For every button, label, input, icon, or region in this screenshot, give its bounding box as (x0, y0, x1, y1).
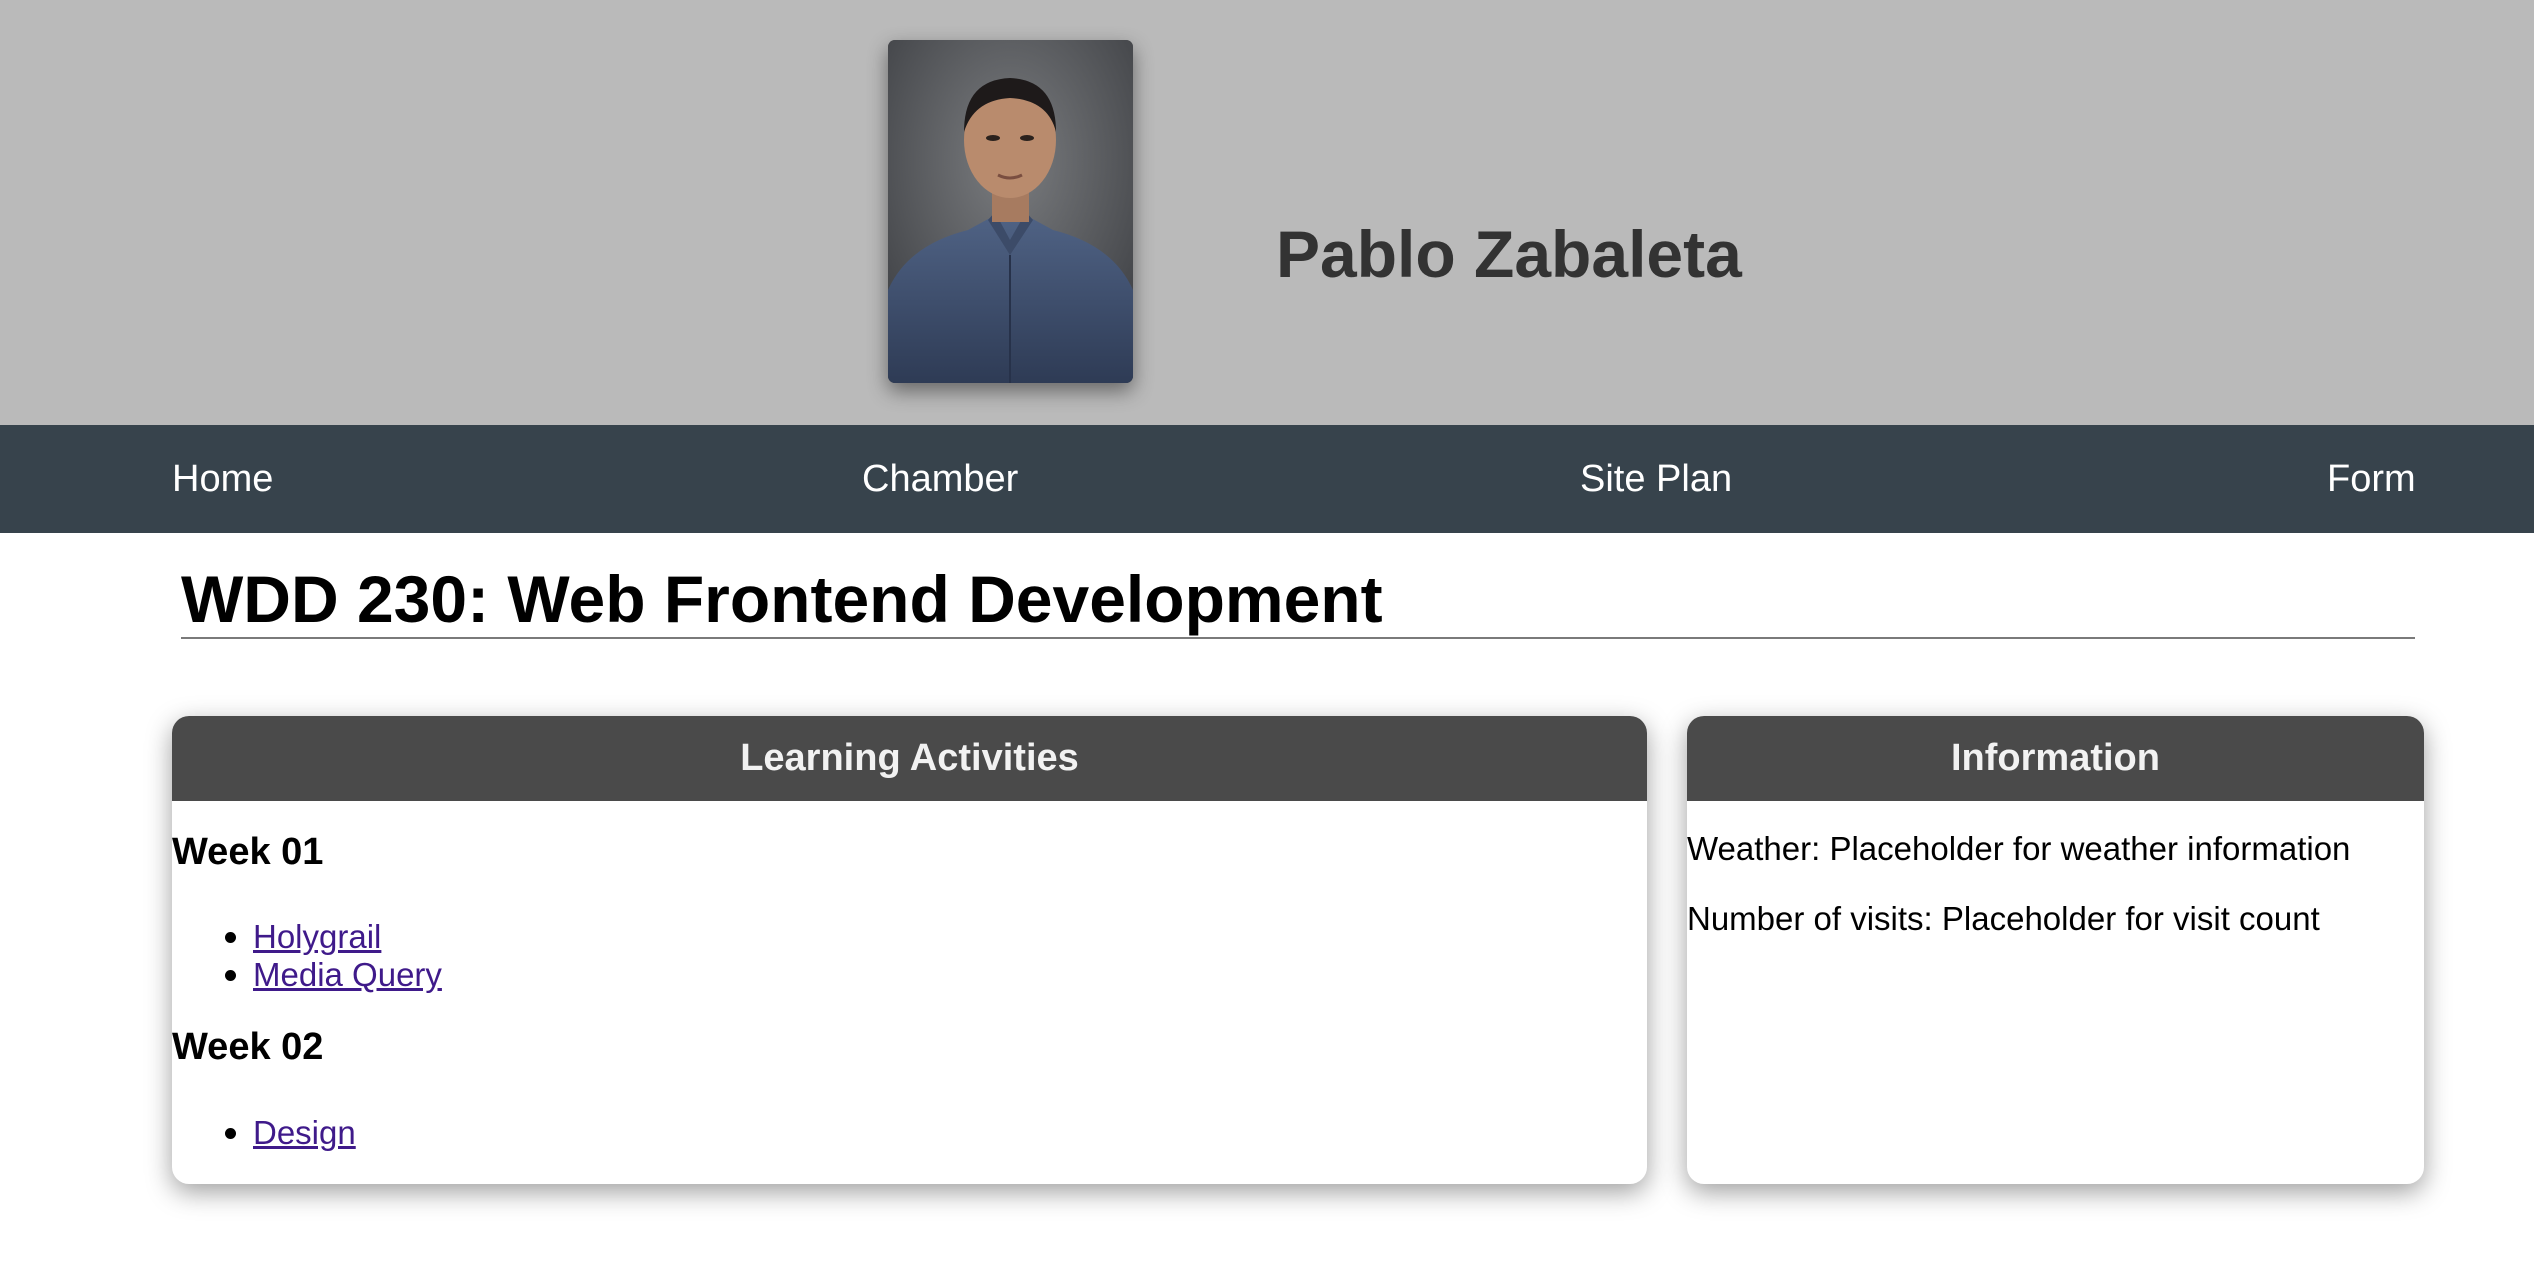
main-navigation: Home Chamber Site Plan Form (0, 425, 2534, 533)
week-01-heading: Week 01 (172, 831, 324, 873)
nav-home-link[interactable]: Home (172, 425, 273, 533)
nav-site-plan-link[interactable]: Site Plan (1580, 425, 1732, 533)
learning-activities-heading: Learning Activities (172, 716, 1647, 801)
site-header: Pablo Zabaleta (0, 0, 2534, 425)
list-item: Design (172, 1114, 356, 1152)
week-02-link-list: Design (172, 1114, 356, 1152)
nav-form-link[interactable]: Form (2327, 425, 2416, 533)
information-card: Information Weather: Placeholder for wea… (1687, 716, 2424, 1184)
portrait-image (888, 40, 1133, 383)
nav-chamber-link[interactable]: Chamber (862, 425, 1018, 533)
week-02-heading: Week 02 (172, 1026, 324, 1068)
page-title: WDD 230: Web Frontend Development (181, 562, 1383, 636)
visits-text: Number of visits: Placeholder for visit … (1687, 900, 2320, 937)
profile-photo (888, 40, 1133, 383)
bullet-icon (225, 932, 236, 943)
learning-activities-card: Learning Activities Week 01 Holygrail Me… (172, 716, 1647, 1184)
bullet-icon (225, 1128, 236, 1139)
title-divider (181, 637, 2415, 639)
holygrail-link[interactable]: Holygrail (253, 918, 381, 955)
media-query-link[interactable]: Media Query (253, 956, 442, 993)
weather-text: Weather: Placeholder for weather informa… (1687, 830, 2351, 867)
information-heading: Information (1687, 716, 2424, 801)
list-item: Media Query (172, 956, 442, 994)
site-owner-name: Pablo Zabaleta (1276, 217, 1742, 292)
bullet-icon (225, 970, 236, 981)
list-item: Holygrail (172, 918, 442, 956)
design-link[interactable]: Design (253, 1114, 356, 1151)
week-01-link-list: Holygrail Media Query (172, 918, 442, 994)
